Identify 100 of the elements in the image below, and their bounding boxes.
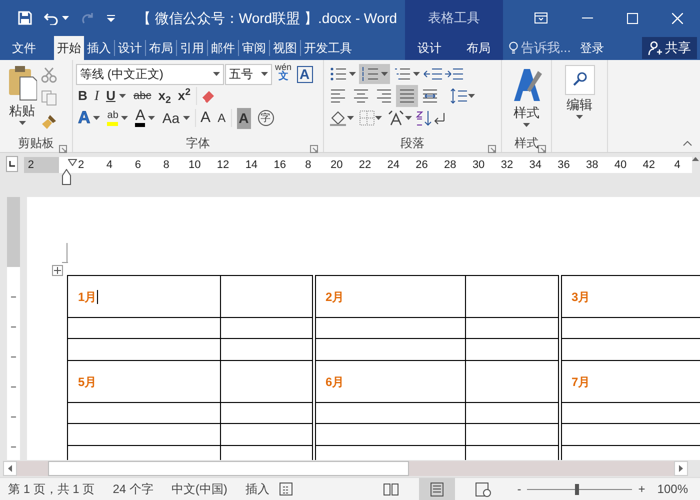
ribbon-tab[interactable]: 布局 [146, 36, 176, 60]
format-button[interactable]: B [76, 86, 90, 106]
format-button[interactable]: x$^{2}$ [176, 86, 193, 106]
macro-record-icon[interactable] [279, 482, 294, 496]
format-button[interactable]: A [198, 108, 213, 128]
dialog-launcher-icon[interactable] [59, 144, 67, 153]
caret-icon [119, 94, 126, 98]
format-button[interactable]: A [234, 108, 253, 128]
ribbon-tab[interactable]: 开发工具 [301, 36, 355, 60]
align-justify-button[interactable] [396, 85, 418, 107]
ruler-number: 40 [614, 158, 627, 173]
crop-mark-icon [62, 243, 68, 263]
format-button[interactable]: Aa [160, 108, 192, 128]
ruler-number: 34 [529, 158, 542, 173]
zoom-slider[interactable] [527, 484, 632, 494]
borders-button[interactable] [357, 108, 384, 128]
word-count[interactable]: 24 个字 [112, 480, 154, 498]
ribbon-tab[interactable]: 设计 [405, 36, 454, 60]
maximize-icon[interactable] [627, 12, 638, 24]
dialog-launcher-icon[interactable] [538, 144, 546, 153]
language-indicator[interactable]: 中文(中国) [171, 480, 228, 498]
font-name-field[interactable]: 等线 (中文正文) [76, 64, 224, 84]
ruler-number: 4 [674, 158, 680, 173]
table-move-handle-icon[interactable] [52, 265, 63, 276]
dialog-launcher-icon[interactable] [310, 144, 318, 153]
undo-icon[interactable] [44, 12, 59, 24]
align-justify-icon [398, 87, 416, 105]
scrollbar-thumb[interactable] [48, 461, 409, 476]
customize-icon[interactable] [107, 14, 115, 22]
line-spacing-button[interactable] [448, 86, 477, 106]
editing-button[interactable]: 编辑 [555, 63, 604, 134]
caret-icon [148, 116, 156, 120]
format-button[interactable]: A [216, 108, 228, 128]
ribbon-options-icon[interactable] [534, 12, 548, 24]
table-cell: 1月 [68, 276, 220, 318]
save-icon[interactable] [18, 11, 32, 25]
close-icon[interactable] [672, 12, 683, 24]
sort-icon[interactable] [415, 110, 433, 126]
ribbon-tab[interactable]: 引用 [177, 36, 207, 60]
paste-button[interactable]: 粘贴 [3, 63, 41, 134]
ribbon-tab[interactable]: 邮件 [208, 36, 238, 60]
sign-in-link[interactable]: 登录 [576, 39, 607, 57]
page-count[interactable]: 第 1 页，共 1 页 [8, 480, 95, 498]
ribbon-tab[interactable]: 视图 [270, 36, 300, 60]
increase-indent-icon[interactable] [444, 66, 464, 82]
caret-icon [121, 116, 128, 120]
scroll-right-icon[interactable] [679, 465, 683, 472]
caret-icon [576, 114, 583, 118]
person-add-icon [648, 40, 662, 54]
format-button[interactable]: abc [131, 86, 154, 106]
align-distributed-icon [421, 87, 439, 105]
ruler-number: 28 [444, 158, 456, 173]
clipboard-icon [7, 65, 37, 101]
ruler-number: 30 [472, 158, 485, 173]
scissors-icon[interactable] [41, 66, 57, 83]
font-size-field[interactable]: 五号 [225, 64, 272, 84]
lightbulb-icon [509, 41, 518, 55]
share-button[interactable]: 共享 [642, 36, 697, 58]
collapse-ribbon-icon[interactable] [683, 141, 692, 146]
dialog-launcher-icon[interactable] [488, 144, 496, 153]
ribbon-tab[interactable]: 开始 [54, 36, 84, 60]
ribbon-tab[interactable]: 插入 [84, 36, 114, 60]
ribbon-tab[interactable]: 文件 [0, 36, 44, 60]
ruler-number: 16 [274, 158, 286, 173]
format-button[interactable]: 字 [256, 108, 276, 128]
ribbon-tab[interactable]: 设计 [115, 36, 145, 60]
phonetic-guide-button[interactable]: wén 文 [273, 63, 294, 85]
format-button[interactable]: U [104, 86, 128, 106]
ruler-number: 38 [586, 158, 598, 173]
decrease-indent-icon[interactable] [423, 66, 443, 82]
format-button[interactable]: A [76, 108, 102, 128]
format-button[interactable]: ab [105, 108, 130, 128]
tell-me-field[interactable]: 告诉我... [509, 38, 571, 58]
indent-marker-icon[interactable] [62, 169, 71, 186]
ruler-number: 32 [500, 158, 514, 173]
zoom-slider-thumb[interactable] [574, 484, 579, 494]
table-cell: 3月 [560, 276, 700, 318]
scroll-up-icon[interactable] [692, 157, 700, 161]
numbering-list-icon [361, 66, 379, 82]
first-line-indent-icon[interactable] [68, 158, 77, 166]
scroll-left-icon[interactable] [8, 465, 12, 472]
read-view-icon [383, 482, 400, 496]
format-button[interactable]: A [133, 108, 158, 128]
view-button[interactable] [419, 478, 456, 500]
styles-button[interactable]: 样式 [505, 63, 548, 134]
ruler-number: 8 [305, 158, 312, 173]
ribbon-tab[interactable]: 布局 [454, 36, 503, 60]
tab-selector[interactable] [6, 156, 18, 172]
zoom-in-button[interactable]: + [638, 480, 646, 498]
list-button[interactable] [359, 64, 390, 84]
character-border-button[interactable]: A [296, 66, 313, 82]
format-button[interactable]: x$_{2}$ [156, 86, 173, 106]
text-direction-icon [387, 110, 405, 126]
insert-mode[interactable]: 插入 [245, 480, 270, 498]
paintbrush-icon[interactable] [41, 114, 57, 130]
format-button[interactable]: I [92, 86, 102, 106]
zoom-out-button[interactable]: - [517, 480, 522, 498]
ribbon-tab[interactable]: 审阅 [239, 36, 269, 60]
zoom-level[interactable]: 100% [657, 480, 688, 498]
align-left-icon [329, 87, 347, 105]
